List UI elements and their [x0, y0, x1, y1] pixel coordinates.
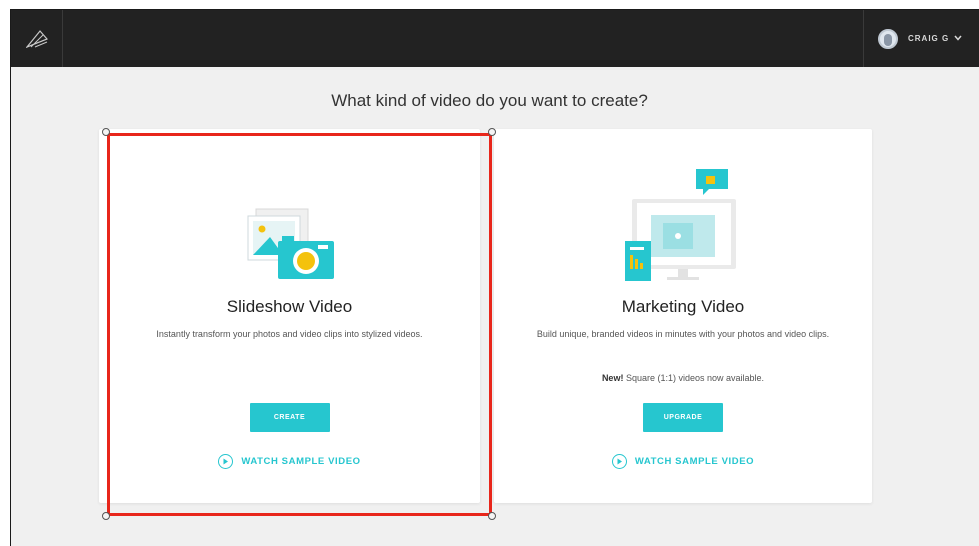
watch-sample-video-link[interactable]: WATCH SAMPLE VIDEO: [99, 454, 480, 469]
top-navigation-bar: CRAIG G: [11, 10, 979, 67]
play-circle-icon: [611, 454, 627, 469]
watch-sample-video-label: WATCH SAMPLE VIDEO: [241, 456, 361, 467]
slideshow-video-card[interactable]: Slideshow Video Instantly transform your…: [99, 129, 480, 503]
marketing-video-card[interactable]: Marketing Video Build unique, branded vi…: [494, 129, 872, 503]
card-description: Instantly transform your photos and vide…: [156, 329, 423, 339]
new-badge: New!: [601, 373, 624, 383]
resize-handle-bottom-right[interactable]: [488, 512, 496, 520]
upgrade-button[interactable]: UPGRADE: [643, 403, 723, 432]
create-button[interactable]: CREATE: [249, 403, 330, 432]
resize-handle-top-right[interactable]: [488, 128, 496, 136]
slideshow-illustration-icon: [247, 208, 334, 279]
card-note: New! Square (1:1) videos now available.: [494, 373, 872, 383]
origami-logo-icon: [25, 29, 48, 48]
card-title: Marketing Video: [621, 297, 745, 316]
marketing-illustration-icon: [625, 169, 736, 281]
chevron-down-icon: [954, 35, 963, 41]
card-description: Build unique, branded videos in minutes …: [536, 329, 830, 339]
user-name: CRAIG G: [908, 34, 950, 43]
card-title: Slideshow Video: [226, 297, 353, 316]
watch-sample-video-label: WATCH SAMPLE VIDEO: [634, 456, 755, 467]
watch-sample-video-link[interactable]: WATCH SAMPLE VIDEO: [494, 454, 872, 469]
avatar[interactable]: [878, 28, 898, 49]
resize-handle-top-left[interactable]: [102, 128, 110, 136]
card-note-text: Square (1:1) videos now available.: [625, 373, 765, 383]
logo[interactable]: [11, 10, 63, 67]
play-circle-icon: [218, 454, 234, 469]
page-title: What kind of video do you want to create…: [331, 91, 648, 110]
user-menu[interactable]: CRAIG G: [863, 10, 979, 67]
resize-handle-bottom-left[interactable]: [102, 512, 110, 520]
